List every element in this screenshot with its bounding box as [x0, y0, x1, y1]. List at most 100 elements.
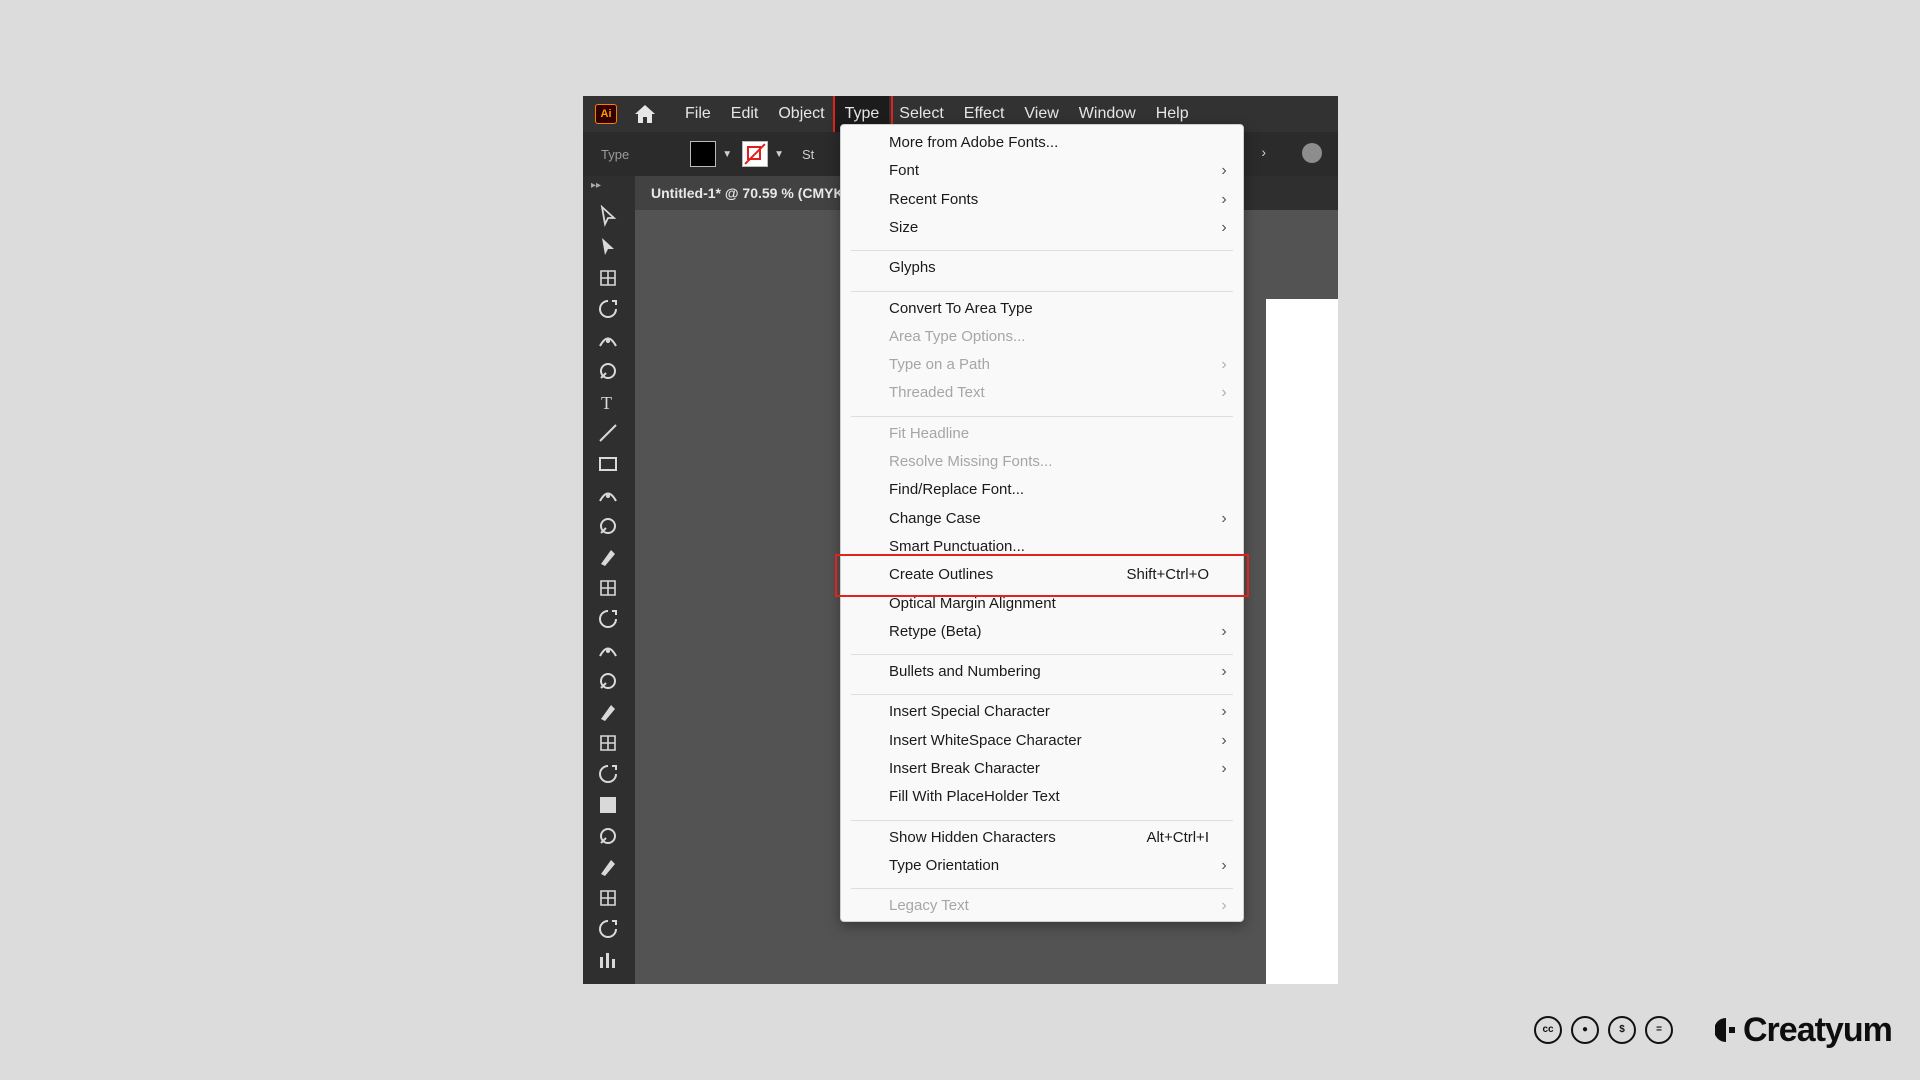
- blend-tool-icon[interactable]: [595, 886, 621, 910]
- submenu-chevron-right-icon: ›: [1221, 190, 1227, 208]
- menu-item-label: Type Orientation: [889, 856, 1000, 874]
- menu-item-more-from-adobe-fonts[interactable]: More from Adobe Fonts...: [889, 131, 1223, 155]
- menu-item-fill-with-placeholder-text[interactable]: Fill With PlaceHolder Text: [889, 785, 1223, 809]
- menu-separator: [851, 654, 1233, 656]
- direct-selection-tool-icon[interactable]: [595, 235, 621, 259]
- menu-item-retype-beta[interactable]: Retype (Beta) ›: [889, 620, 1227, 644]
- rectangle-tool-icon[interactable]: [595, 452, 621, 476]
- menu-item-show-hidden-characters[interactable]: Show Hidden Characters Alt+Ctrl+I: [889, 826, 1223, 850]
- menu-item-fit-headline: Fit Headline: [889, 422, 1223, 446]
- submenu-chevron-right-icon: ›: [1221, 509, 1227, 527]
- selection-tool-icon[interactable]: [595, 204, 621, 228]
- menu-separator: [851, 290, 1233, 292]
- globe-icon[interactable]: [1302, 143, 1322, 163]
- type-menu-dropdown: More from Adobe Fonts... Font › Recent Font…: [840, 124, 1244, 922]
- menu-item-label: Recent Fonts: [889, 190, 979, 208]
- brand-logo: Creatyum: [1715, 1012, 1893, 1048]
- menu-object[interactable]: Object: [768, 96, 834, 132]
- chevron-right-icon[interactable]: ›: [1261, 144, 1266, 160]
- menu-item-label: Threaded Text: [889, 384, 985, 402]
- stroke-label: St: [802, 146, 815, 162]
- stroke-dropdown-chevron-icon[interactable]: ▼: [774, 149, 784, 160]
- menu-item-convert-to-area-type[interactable]: Convert To Area Type: [889, 297, 1223, 321]
- menu-item-label: Insert Break Character: [889, 760, 1040, 777]
- submenu-chevron-right-icon: ›: [1221, 622, 1227, 640]
- noncommercial-icon: $: [1608, 1016, 1636, 1044]
- eyedropper-alt-tool-icon[interactable]: [595, 855, 621, 879]
- menu-file[interactable]: File: [675, 96, 721, 132]
- menu-item-label: Bullets and Numbering: [889, 663, 1041, 681]
- menu-item-area-type-options: Area Type Options...: [889, 325, 1223, 349]
- menu-item-change-case[interactable]: Change Case ›: [889, 507, 1227, 531]
- document-tab[interactable]: Untitled-1* @ 70.59 % (CMYK: [635, 176, 860, 210]
- menu-item-resolve-missing-fonts: Resolve Missing Fonts...: [889, 450, 1223, 474]
- mesh-tool-icon[interactable]: [595, 762, 621, 786]
- curvature-tool-icon[interactable]: [595, 359, 621, 383]
- menu-item-label: Insert WhiteSpace Character: [889, 731, 1082, 749]
- stroke-swatch[interactable]: [742, 141, 769, 167]
- menu-item-glyphs[interactable]: Glyphs: [889, 256, 1223, 280]
- rotate-tool-icon[interactable]: [595, 576, 621, 600]
- menu-item-insert-break-character[interactable]: Insert Break Character ›: [889, 757, 1227, 781]
- artboard[interactable]: [1266, 299, 1338, 984]
- blob-brush-tool-icon[interactable]: [595, 514, 621, 538]
- brand-mark-icon: [1715, 1018, 1735, 1042]
- menu-item-find-replace-font[interactable]: Find/Replace Font...: [889, 478, 1223, 502]
- menu-item-threaded-text: Threaded Text ›: [889, 381, 1227, 405]
- fill-swatch[interactable]: [690, 141, 717, 167]
- menu-item-label: Insert Special Character: [889, 703, 1050, 721]
- shape-builder-tool-icon[interactable]: [595, 700, 621, 724]
- graph-tool-icon[interactable]: [595, 948, 621, 972]
- menu-item-label: Fit Headline: [889, 424, 970, 442]
- submenu-chevron-right-icon: ›: [1221, 218, 1227, 236]
- pen-tool-icon[interactable]: [595, 328, 621, 352]
- menu-edit[interactable]: Edit: [721, 96, 769, 132]
- menu-item-label: Legacy Text: [889, 897, 969, 915]
- magic-wand-tool-icon[interactable]: [595, 266, 621, 290]
- symbol-sprayer-tool-icon[interactable]: [595, 917, 621, 941]
- menu-item-label: More from Adobe Fonts...: [889, 134, 1059, 151]
- expand-panel-icon[interactable]: ▸▸: [591, 180, 601, 191]
- submenu-chevron-right-icon: ›: [1221, 760, 1227, 777]
- eyedropper-tool-icon[interactable]: [595, 824, 621, 848]
- perspective-grid-tool-icon[interactable]: [595, 731, 621, 755]
- menu-item-insert-whitespace-character[interactable]: Insert WhiteSpace Character ›: [889, 729, 1227, 753]
- creative-commons-icons: cc ● $ =: [1534, 1016, 1682, 1044]
- warp-tool-icon[interactable]: [595, 638, 621, 662]
- menu-item-label: Retype (Beta): [889, 622, 982, 640]
- free-transform-tool-icon[interactable]: [595, 669, 621, 693]
- line-tool-icon[interactable]: [595, 421, 621, 445]
- lasso-tool-icon[interactable]: [595, 297, 621, 321]
- paintbrush-tool-icon[interactable]: [595, 483, 621, 507]
- menu-item-bullets-and-numbering[interactable]: Bullets and Numbering ›: [889, 660, 1227, 684]
- tools-panel: ▸▸ T: [583, 176, 635, 984]
- menu-item-label: Glyphs: [889, 259, 936, 277]
- scale-tool-icon[interactable]: [595, 607, 621, 631]
- menu-item-type-orientation[interactable]: Type Orientation ›: [889, 854, 1227, 878]
- menu-separator: [851, 819, 1233, 821]
- illustrator-logo: Ai: [595, 104, 617, 124]
- menu-item-label: Font: [889, 162, 920, 180]
- eraser-tool-icon[interactable]: [595, 545, 621, 569]
- fill-dropdown-chevron-icon[interactable]: ▼: [722, 149, 732, 160]
- menu-item-insert-special-character[interactable]: Insert Special Character ›: [889, 700, 1227, 724]
- menu-item-label: Find/Replace Font...: [889, 481, 1025, 499]
- menu-item-label: Fill With PlaceHolder Text: [889, 788, 1060, 806]
- type-tool-icon[interactable]: T: [595, 390, 621, 414]
- noderivatives-icon: =: [1645, 1016, 1673, 1044]
- menu-item-label: Show Hidden Characters: [889, 828, 1056, 846]
- menu-item-label: Type on a Path: [889, 356, 990, 374]
- menu-item-size[interactable]: Size ›: [889, 216, 1227, 240]
- submenu-chevron-right-icon: ›: [1221, 897, 1227, 915]
- home-icon[interactable]: [631, 100, 659, 128]
- menu-item-label: Size: [889, 218, 919, 236]
- menu-item-label: Resolve Missing Fonts...: [889, 453, 1053, 470]
- gradient-tool-icon[interactable]: [595, 793, 621, 817]
- menu-item-recent-fonts[interactable]: Recent Fonts ›: [889, 188, 1227, 212]
- menu-item-legacy-text: Legacy Text ›: [889, 894, 1227, 918]
- submenu-chevron-right-icon: ›: [1221, 703, 1227, 721]
- menu-separator: [851, 694, 1233, 696]
- menu-item-font[interactable]: Font ›: [889, 159, 1227, 183]
- control-bar-label: Type: [601, 146, 630, 162]
- attribution-icon: ●: [1571, 1016, 1599, 1044]
